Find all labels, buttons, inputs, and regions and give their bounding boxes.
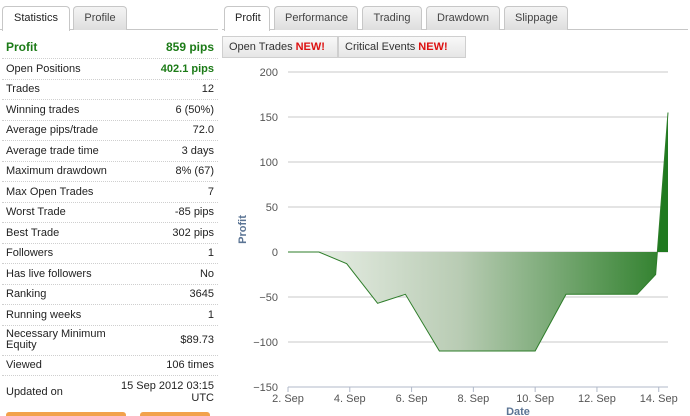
stat-value: 7 (207, 185, 214, 198)
stat-label: Has live followers (6, 267, 92, 280)
action-button-partial[interactable] (140, 412, 210, 416)
critical-events-button[interactable]: Critical Events NEW! (338, 36, 466, 58)
stat-row-ranking: Ranking 3645 (2, 285, 218, 305)
stat-value: 6 (50%) (175, 103, 214, 116)
stat-row-best-trade: Best Trade 302 pips (2, 223, 218, 244)
left-tab-bar: Statistics Profile (0, 0, 218, 31)
stat-value: $89.73 (180, 333, 214, 346)
x-axis-ticks: 2. Sep 4. Sep 6. Sep 8. Sep 10. Sep 12. Sep 14… (272, 387, 678, 405)
stat-label: Ranking (6, 288, 47, 301)
stat-row-running-weeks: Running weeks 1 (2, 305, 218, 326)
stat-value: 12 (201, 83, 214, 96)
tab-profit[interactable]: Profit (224, 6, 270, 31)
stat-value: 1 (207, 247, 214, 260)
statistics-panel: Statistics Profile Profit 859 pips Open … (0, 0, 220, 416)
stat-row-max-open-trades: Max Open Trades 7 (2, 182, 218, 203)
tab-drawdown[interactable]: Drawdown (426, 6, 500, 30)
x-tick-label: 4. Sep (334, 393, 366, 405)
stat-row-updated-on: Updated on 15 Sep 2012 03:15 UTC (2, 376, 218, 408)
stat-row-worst-trade: Worst Trade -85 pips (2, 203, 218, 223)
stat-value: 3 days (181, 144, 214, 157)
action-button-partial[interactable] (6, 412, 126, 416)
y-axis-ticks: −150−100−50050100150200 (253, 67, 278, 394)
stat-value: 1 (207, 308, 214, 321)
stats-table: Profit 859 pips Open Positions 402.1 pip… (2, 36, 218, 408)
stat-label: Average trade time (6, 144, 99, 157)
profit-chart: −150−100−50050100150200 2. Sep 4. Sep 6. S… (237, 67, 678, 416)
stat-label: Open Positions (6, 62, 81, 75)
stat-value: 402.1 pips (160, 62, 214, 75)
y-tick-label: 150 (260, 112, 278, 124)
stat-value: 106 times (166, 359, 214, 372)
stat-value: -85 pips (174, 206, 214, 219)
open-trades-label: Open Trades (229, 41, 293, 53)
chart-panel: Profit Performance Trading Drawdown Slip… (222, 0, 690, 416)
stat-row-viewed: Viewed 106 times (2, 356, 218, 376)
stat-row-open-positions: Open Positions 402.1 pips (2, 59, 218, 80)
stat-row-min-equity: Necessary Minimum Equity $89.73 (2, 326, 218, 356)
tab-statistics[interactable]: Statistics (2, 6, 70, 31)
critical-events-label: Critical Events (345, 41, 416, 53)
stat-value: 8% (67) (175, 165, 214, 178)
x-tick-label: 6. Sep (396, 393, 428, 405)
tab-slippage[interactable]: Slippage (504, 6, 568, 30)
x-tick-label: 8. Sep (457, 393, 489, 405)
stat-label: Winning trades (6, 103, 80, 116)
chart-series (288, 112, 669, 352)
stat-row-average-pips: Average pips/trade 72.0 (2, 121, 218, 141)
x-axis-label: Date (506, 406, 530, 416)
y-tick-label: 50 (266, 202, 278, 214)
stat-label: Maximum drawdown (6, 165, 107, 178)
new-badge: NEW! (295, 41, 325, 53)
stat-label: Profit (6, 40, 38, 54)
stat-value: 302 pips (172, 226, 214, 239)
stat-label: Viewed (6, 359, 42, 372)
tab-performance[interactable]: Performance (274, 6, 358, 30)
x-tick-label: 10. Sep (516, 393, 554, 405)
area-negative (288, 252, 668, 351)
open-trades-button[interactable]: Open Trades NEW! (222, 36, 338, 58)
stat-row-live-followers: Has live followers No (2, 264, 218, 285)
stat-label: Worst Trade (6, 206, 66, 219)
stat-label: Trades (6, 83, 40, 96)
tab-trading[interactable]: Trading (362, 6, 422, 30)
stat-label: Average pips/trade (6, 124, 99, 137)
stat-value: 3645 (189, 288, 214, 301)
stat-row-max-drawdown: Maximum drawdown 8% (67) (2, 162, 218, 182)
x-tick-label: 14. Sep (640, 393, 678, 405)
y-tick-label: 100 (260, 157, 278, 169)
stat-label: Best Trade (6, 226, 60, 239)
y-axis-label: Profit (237, 215, 249, 244)
stat-row-average-trade-time: Average trade time 3 days (2, 141, 218, 162)
stat-value: 859 pips (165, 40, 214, 54)
stat-row-profit: Profit 859 pips (2, 36, 218, 59)
stat-row-trades: Trades 12 (2, 80, 218, 100)
stat-row-followers: Followers 1 (2, 244, 218, 264)
x-tick-label: 12. Sep (578, 393, 616, 405)
stat-value: No (199, 267, 214, 280)
stat-label: Followers (6, 247, 54, 260)
x-tick-label: 2. Sep (272, 393, 304, 405)
stat-label: Running weeks (6, 308, 82, 321)
stat-value: 72.0 (192, 124, 214, 137)
tab-profile[interactable]: Profile (73, 6, 127, 30)
stat-label: Updated on (6, 386, 63, 398)
stat-label: Max Open Trades (6, 185, 94, 198)
y-tick-label: −50 (259, 292, 278, 304)
chart-tab-bar: Profit Performance Trading Drawdown Slip… (222, 0, 690, 31)
y-tick-label: −100 (253, 337, 278, 349)
y-tick-label: 0 (272, 247, 278, 259)
stat-row-winning-trades: Winning trades 6 (50%) (2, 100, 218, 121)
y-tick-label: 200 (260, 67, 278, 79)
stat-value: 15 Sep 2012 03:15 UTC (121, 380, 214, 404)
new-badge: NEW! (418, 41, 448, 53)
stat-label: Necessary Minimum Equity (6, 328, 106, 351)
